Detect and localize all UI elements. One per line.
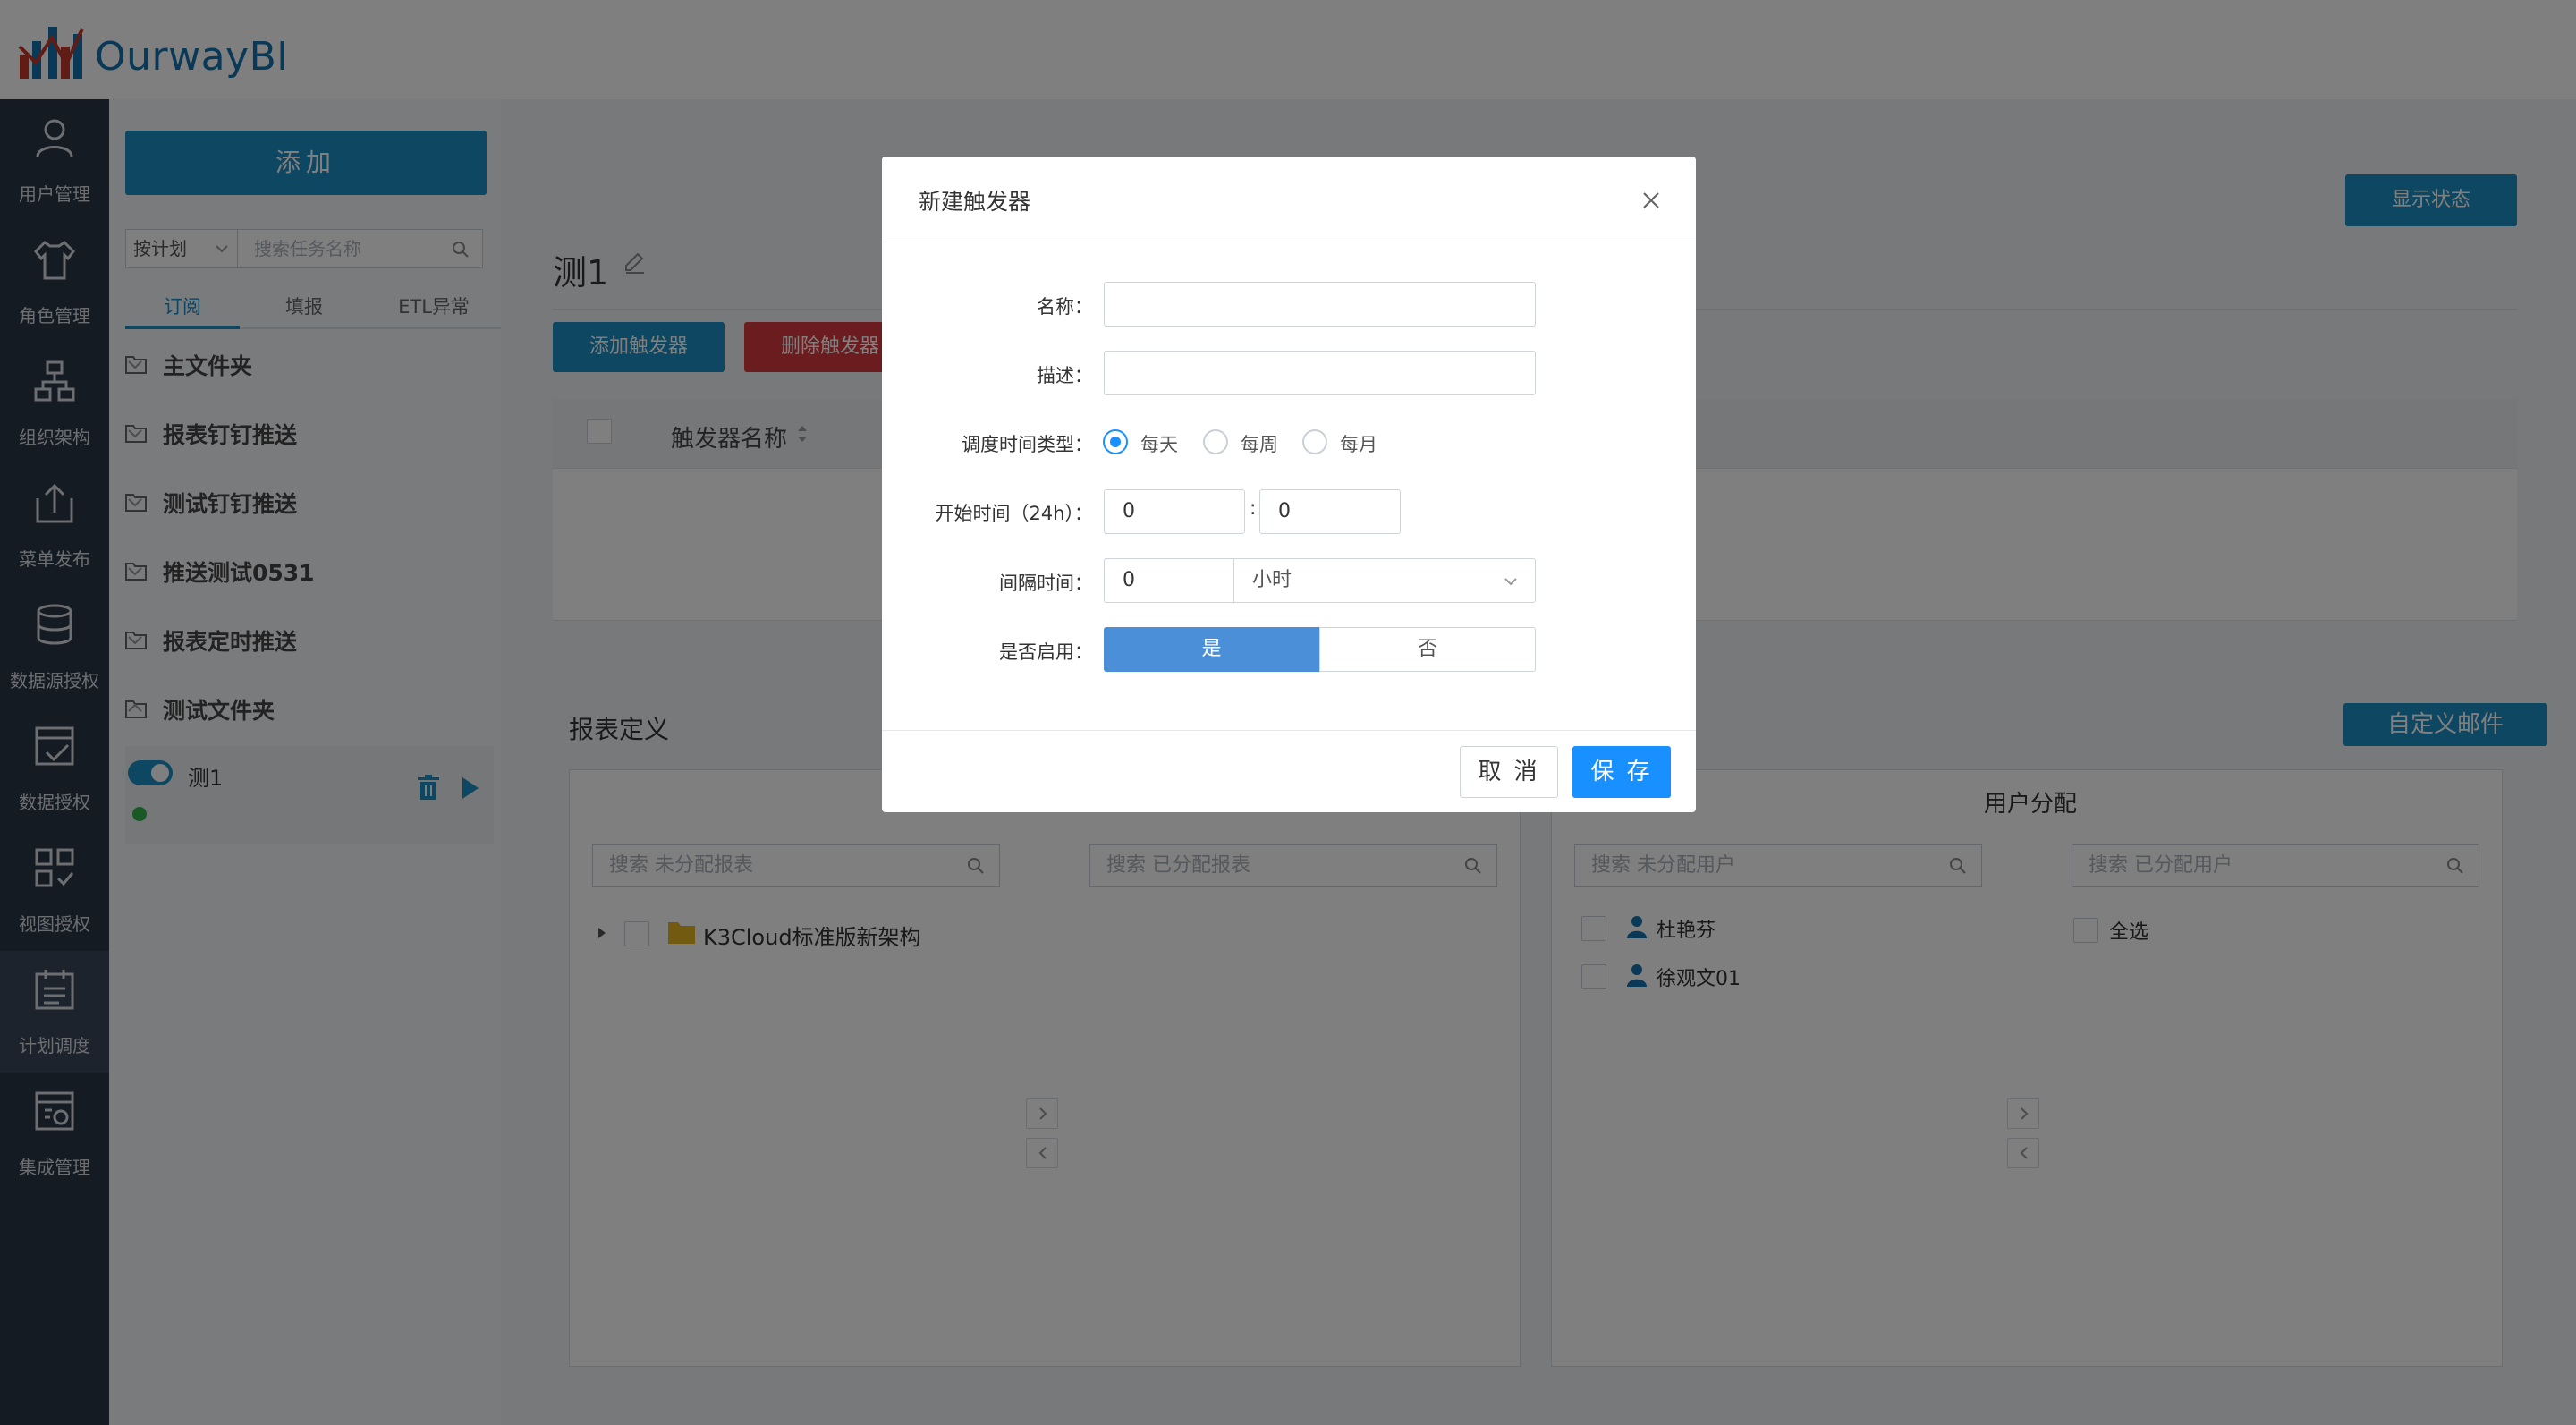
interval-input[interactable]: 0 [1104,558,1234,603]
cancel-button[interactable]: 取 消 [1460,746,1558,798]
start-hour-input[interactable]: 0 [1104,489,1245,534]
interval-unit-value: 小时 [1252,569,1292,591]
enabled-no-button[interactable]: 否 [1319,627,1536,672]
save-button[interactable]: 保 存 [1572,746,1671,798]
interval-unit-select[interactable]: 小时 [1233,558,1536,603]
start-minute-input[interactable]: 0 [1259,489,1401,534]
schedule-daily-label[interactable]: 每天 [1140,430,1178,457]
schedule-weekly-radio[interactable] [1203,429,1228,454]
chevron-down-icon [1503,573,1519,590]
close-icon[interactable] [1639,188,1664,213]
schedule-monthly-radio[interactable] [1302,429,1327,454]
dialog-title: 新建触发器 [919,189,1031,215]
interval-label: 间隔时间： [999,573,1093,594]
schedule-daily-radio[interactable] [1103,429,1128,454]
dialog-footer-divider [882,730,1696,731]
schedule-weekly-label[interactable]: 每周 [1241,430,1278,457]
schedule-type-label: 调度时间类型： [962,434,1093,455]
enabled-label: 是否启用： [999,641,1093,663]
new-trigger-dialog [882,157,1696,812]
schedule-monthly-label[interactable]: 每月 [1340,430,1377,457]
enabled-yes-button[interactable]: 是 [1104,627,1319,672]
start-time-label: 开始时间（24h）： [935,503,1093,524]
trigger-name-input[interactable] [1104,282,1536,327]
name-label: 名称： [1037,296,1093,318]
description-label: 描述： [1037,365,1093,386]
time-separator: : [1250,497,1257,520]
trigger-description-input[interactable] [1104,351,1536,395]
